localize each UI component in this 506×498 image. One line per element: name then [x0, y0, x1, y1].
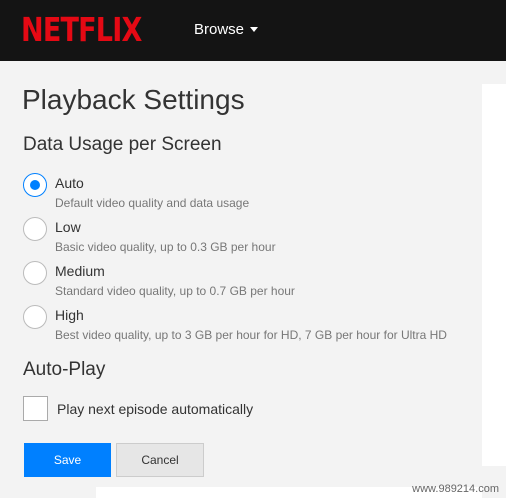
browse-label: Browse: [194, 21, 245, 38]
watermark-text: www.989214.com: [412, 483, 499, 495]
browse-menu[interactable]: Browse: [194, 21, 259, 38]
top-navigation-bar: NETFLIX Browse: [0, 0, 506, 61]
option-medium-label: Medium: [55, 263, 105, 279]
radio-low[interactable]: [23, 217, 47, 241]
autoplay-checkbox[interactable]: [23, 396, 48, 421]
autoplay-checkbox-label[interactable]: Play next episode automatically: [57, 401, 253, 417]
option-low-label: Low: [55, 219, 81, 235]
option-medium-description: Standard video quality, up to 0.7 GB per…: [55, 284, 295, 298]
cancel-button[interactable]: Cancel: [116, 443, 204, 477]
radio-medium[interactable]: [23, 261, 47, 285]
save-button[interactable]: Save: [24, 443, 111, 477]
autoplay-heading: Auto-Play: [23, 359, 106, 380]
option-high-label: High: [55, 307, 84, 323]
netflix-logo[interactable]: NETFLIX: [21, 11, 142, 49]
radio-high[interactable]: [23, 305, 47, 329]
option-high-description: Best video quality, up to 3 GB per hour …: [55, 328, 447, 342]
side-panel: [482, 84, 506, 466]
option-auto-description: Default video quality and data usage: [55, 196, 250, 210]
option-low-description: Basic video quality, up to 0.3 GB per ho…: [55, 240, 276, 254]
option-auto-label: Auto: [55, 175, 84, 191]
caret-down-icon: [250, 27, 259, 32]
data-usage-heading: Data Usage per Screen: [23, 134, 222, 155]
radio-auto[interactable]: [23, 173, 47, 197]
page-title: Playback Settings: [22, 84, 245, 115]
